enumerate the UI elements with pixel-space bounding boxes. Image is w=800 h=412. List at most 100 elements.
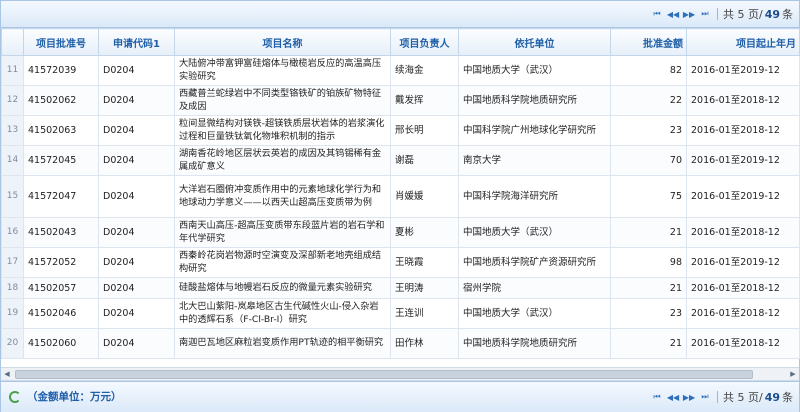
row-number: 11 [1, 55, 24, 86]
row-number: 18 [1, 277, 24, 299]
project-id-cell: 41572045 [23, 145, 99, 176]
table-row[interactable]: 16 41502043 D0204 西南天山高压-超高压变质带东段蓝片岩的岩石学… [1, 217, 800, 248]
period-cell: 2016-01至2018-12 [686, 277, 800, 299]
pi-cell: 肖媛媛 [390, 175, 459, 218]
pi-cell: 邢长明 [390, 115, 459, 146]
table-row[interactable]: 12 41502062 D0204 西藏普兰蛇绿岩中不同类型铬铁矿的铂族矿物特征… [1, 85, 800, 116]
project-name-cell: 大洋岩石圈俯冲变质作用中的元素地球化学行为和地球动力学意义——以西天山超高压变质… [174, 175, 391, 218]
row-number: 17 [1, 247, 24, 278]
bottom-toolbar: （金额单位：万元） ⏮ ◀◀ ▶▶ ⏭ 共 5 页/49 条 [1, 381, 799, 412]
top-toolbar: ⏮ ◀◀ ▶▶ ⏭ 共 5 页/49 条 [1, 1, 799, 28]
code-cell: D0204 [98, 145, 175, 176]
horizontal-scrollbar[interactable]: ◀ ▶ [1, 367, 799, 381]
next-page-icon[interactable]: ▶▶ [682, 390, 696, 404]
row-number: 15 [1, 175, 24, 218]
pi-cell: 王晓霞 [390, 247, 459, 278]
count-suffix: 条 [782, 391, 793, 404]
project-name-cell: 北大巴山紫阳-岚皋地区古生代碱性火山-侵入杂岩中的透辉石系（F-Cl-Br-I）… [174, 298, 391, 329]
project-id-cell: 41502060 [23, 328, 99, 359]
bottom-pager: ⏮ ◀◀ ▶▶ ⏭ 共 5 页/49 条 [650, 389, 793, 405]
code-cell: D0204 [98, 277, 175, 299]
amount-cell: 23 [610, 298, 687, 329]
code-cell: D0204 [98, 217, 175, 248]
table-row[interactable]: 11 41572039 D0204 大陆俯冲带富钾富硅熔体与橄榄岩反应的高温高压… [1, 55, 800, 86]
project-id-cell: 41572052 [23, 247, 99, 278]
count-suffix: 条 [782, 8, 793, 21]
org-cell: 南京大学 [458, 145, 611, 176]
code-cell: D0204 [98, 328, 175, 359]
scrollbar-thumb[interactable] [15, 370, 753, 379]
total-count: 49 [764, 390, 780, 404]
table-row[interactable]: 15 41572047 D0204 大洋岩石圈俯冲变质作用中的元素地球化学行为和… [1, 175, 800, 218]
period-cell: 2016-01至2018-12 [686, 85, 800, 116]
next-page-icon[interactable]: ▶▶ [682, 7, 696, 21]
unit-label: （金额单位：万元） [27, 391, 122, 403]
top-pager: ⏮ ◀◀ ▶▶ ⏭ 共 5 页/49 条 [650, 6, 793, 22]
amount-cell: 22 [610, 85, 687, 116]
last-page-icon[interactable]: ⏭ [698, 7, 712, 21]
project-name-cell: 西南天山高压-超高压变质带东段蓝片岩的岩石学和年代学研究 [174, 217, 391, 248]
project-name-cell: 大陆俯冲带富钾富硅熔体与橄榄岩反应的高温高压实验研究 [174, 55, 391, 86]
period-cell: 2016-01至2018-12 [686, 217, 800, 248]
first-page-icon[interactable]: ⏮ [650, 390, 664, 404]
table-row[interactable]: 13 41502063 D0204 粒间显微结构对镁铁-超镁铁质层状岩体的岩浆演… [1, 115, 800, 146]
project-name-cell: 西藏普兰蛇绿岩中不同类型铬铁矿的铂族矿物特征及成因 [174, 85, 391, 116]
table-row[interactable]: 19 41502046 D0204 北大巴山紫阳-岚皋地区古生代碱性火山-侵入杂… [1, 298, 800, 329]
amount-cell: 23 [610, 115, 687, 146]
scroll-left-icon[interactable]: ◀ [1, 368, 13, 380]
project-id-cell: 41502062 [23, 85, 99, 116]
table-row[interactable]: 17 41572052 D0204 西秦岭花岗岩物源时空演变及深部新老地壳组成结… [1, 247, 800, 278]
col-header-rownum [1, 28, 24, 56]
col-header-code[interactable]: 申请代码1 [98, 28, 175, 56]
table-row[interactable]: 14 41572045 D0204 湖南香花岭地区层状云英岩的成因及其钨锡稀有金… [1, 145, 800, 176]
row-number: 14 [1, 145, 24, 176]
org-cell: 中国地质科学院地质研究所 [458, 85, 611, 116]
period-cell: 2016-01至2018-12 [686, 298, 800, 329]
col-header-amount[interactable]: 批准金额 [610, 28, 687, 56]
refresh-icon[interactable] [9, 390, 21, 403]
pi-cell: 王连训 [390, 298, 459, 329]
amount-cell: 21 [610, 277, 687, 299]
amount-cell: 75 [610, 175, 687, 218]
amount-cell: 82 [610, 55, 687, 86]
code-cell: D0204 [98, 247, 175, 278]
amount-cell: 70 [610, 145, 687, 176]
prev-page-icon[interactable]: ◀◀ [666, 7, 680, 21]
period-cell: 2016-01至2019-12 [686, 175, 800, 218]
table-row[interactable]: 20 41502060 D0204 南迦巴瓦地区麻粒岩变质作用PT轨迹的相平衡研… [1, 328, 800, 359]
row-number: 20 [1, 328, 24, 359]
project-name-cell: 湖南香花岭地区层状云英岩的成因及其钨锡稀有金属成矿意义 [174, 145, 391, 176]
row-number: 12 [1, 85, 24, 116]
code-cell: D0204 [98, 85, 175, 116]
col-header-period[interactable]: 项目起止年月 [686, 28, 800, 56]
scroll-right-icon[interactable]: ▶ [787, 368, 799, 380]
total-pages-text: 共 5 页/ [722, 391, 763, 404]
org-cell: 中国地质科学院矿产资源研究所 [458, 247, 611, 278]
org-cell: 宿州学院 [458, 277, 611, 299]
pi-cell: 谢磊 [390, 145, 459, 176]
period-cell: 2016-01至2018-12 [686, 328, 800, 359]
col-header-pi[interactable]: 项目负责人 [390, 28, 459, 56]
results-table: 项目批准号 申请代码1 项目名称 项目负责人 依托单位 批准金额 项目起止年月 … [1, 28, 800, 359]
row-number: 13 [1, 115, 24, 146]
pi-cell: 戴发挥 [390, 85, 459, 116]
first-page-icon[interactable]: ⏮ [650, 7, 664, 21]
org-cell: 中国科学院海洋研究所 [458, 175, 611, 218]
total-pages-text: 共 5 页/ [722, 8, 763, 21]
project-id-cell: 41572039 [23, 55, 99, 86]
table-row[interactable]: 18 41502057 D0204 硅酸盐熔体与地幔岩石反应的微量元素实验研究 … [1, 277, 800, 299]
org-cell: 中国地质大学（武汉） [458, 217, 611, 248]
col-header-project-id[interactable]: 项目批准号 [23, 28, 99, 56]
col-header-name[interactable]: 项目名称 [174, 28, 391, 56]
project-name-cell: 硅酸盐熔体与地幔岩石反应的微量元素实验研究 [174, 277, 391, 299]
pager-divider [716, 8, 718, 20]
col-header-org[interactable]: 依托单位 [458, 28, 611, 56]
prev-page-icon[interactable]: ◀◀ [666, 390, 680, 404]
project-id-cell: 41502063 [23, 115, 99, 146]
pi-cell: 田作林 [390, 328, 459, 359]
project-id-cell: 41502043 [23, 217, 99, 248]
org-cell: 中国地质科学院地质研究所 [458, 328, 611, 359]
code-cell: D0204 [98, 55, 175, 86]
code-cell: D0204 [98, 175, 175, 218]
last-page-icon[interactable]: ⏭ [698, 390, 712, 404]
